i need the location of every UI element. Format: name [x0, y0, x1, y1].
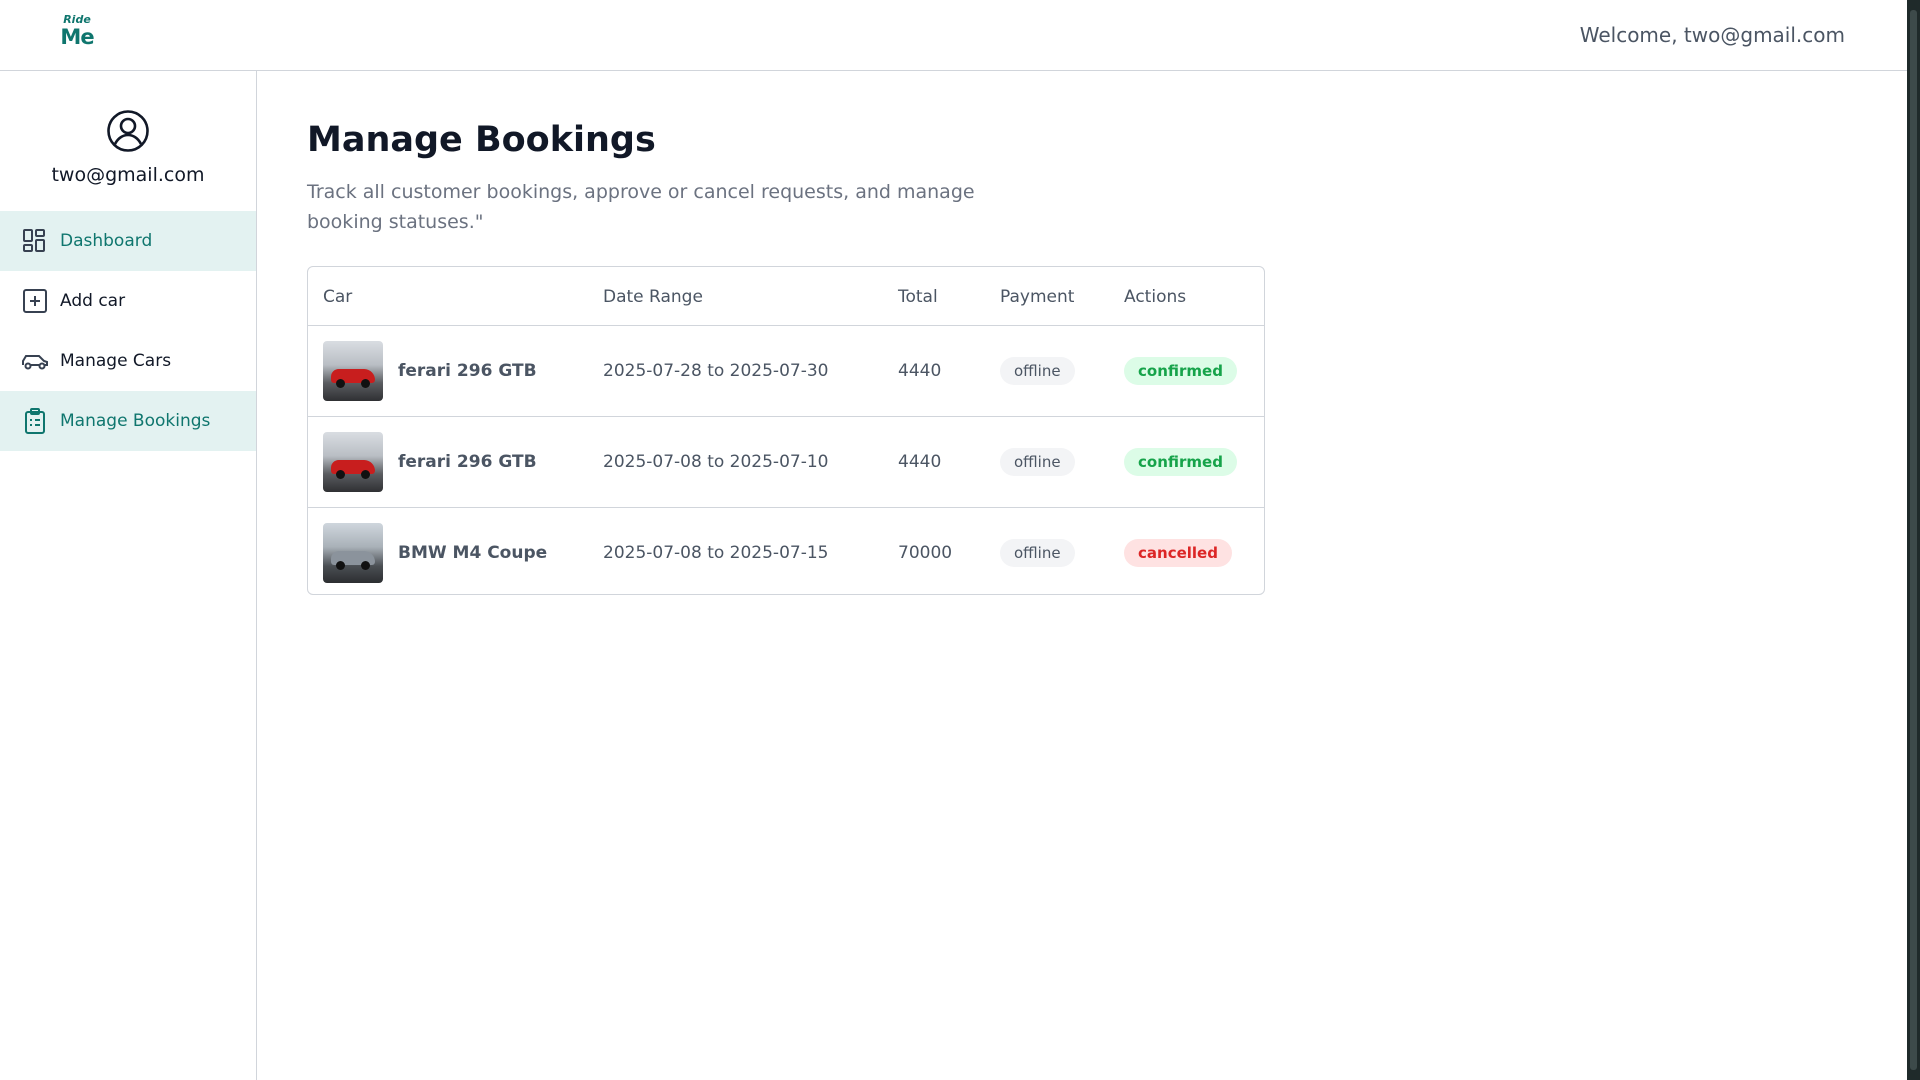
column-header-total: Total [898, 267, 1000, 326]
scrollbar-thumb[interactable] [1910, 10, 1917, 1070]
app-logo[interactable]: Ride Me [60, 14, 94, 54]
status-badge[interactable]: confirmed [1124, 357, 1237, 385]
car-thumbnail [323, 432, 383, 492]
payment-badge: offline [1000, 539, 1075, 567]
user-avatar-icon [107, 110, 149, 152]
page-subtitle: Track all customer bookings, approve or … [307, 181, 975, 233]
sidebar-item-label: Add car [60, 291, 126, 311]
sidebar-item-add-car[interactable]: Add car [0, 271, 256, 331]
sidebar: two@gmail.com Dashboard Add car Manage C… [0, 71, 257, 1080]
sidebar-item-manage-cars[interactable]: Manage Cars [0, 331, 256, 391]
page-title: Manage Bookings [307, 120, 656, 160]
welcome-text: Welcome, two@gmail.com [1579, 23, 1845, 47]
column-header-car: Car [308, 267, 603, 326]
status-badge[interactable]: cancelled [1124, 539, 1232, 567]
plus-square-icon [21, 287, 49, 315]
car-name: ferari 296 GTB [398, 452, 537, 472]
total-cell: 4440 [898, 416, 1000, 508]
table-row: ferari 296 GTB 2025-07-08 to 2025-07-10 … [308, 416, 1264, 508]
date-range-cell: 2025-07-08 to 2025-07-10 [603, 416, 898, 508]
car-thumbnail [323, 523, 383, 583]
car-icon [21, 347, 49, 375]
payment-badge: offline [1000, 357, 1075, 385]
table-row: BMW M4 Coupe 2025-07-08 to 2025-07-15 70… [308, 508, 1264, 595]
total-cell: 4440 [898, 325, 1000, 417]
sidebar-nav: Dashboard Add car Manage Cars Manage Boo… [0, 211, 256, 451]
column-header-actions: Actions [1124, 267, 1264, 326]
table-header-row: Car Date Range Total Payment Actions [308, 267, 1264, 326]
sidebar-item-label: Dashboard [60, 231, 153, 251]
sidebar-item-manage-bookings[interactable]: Manage Bookings [0, 391, 256, 451]
sidebar-item-label: Manage Cars [60, 351, 172, 371]
dashboard-icon [21, 227, 49, 255]
clipboard-list-icon [21, 407, 49, 435]
car-thumbnail [323, 341, 383, 401]
window-scrollbar[interactable] [1907, 0, 1920, 1080]
sidebar-item-label: Manage Bookings [60, 411, 211, 431]
date-range-cell: 2025-07-08 to 2025-07-15 [603, 543, 829, 563]
top-bar: Ride Me Welcome, two@gmail.com [0, 0, 1907, 71]
car-name: ferari 296 GTB [398, 361, 537, 381]
date-range-cell: 2025-07-28 to 2025-07-30 [603, 325, 898, 417]
sidebar-user-email: two@gmail.com [51, 164, 205, 186]
total-cell: 70000 [898, 543, 953, 563]
logo-text-bottom: Me [60, 25, 94, 49]
sidebar-item-dashboard[interactable]: Dashboard [0, 211, 256, 271]
column-header-date-range: Date Range [603, 267, 898, 326]
status-badge[interactable]: confirmed [1124, 448, 1237, 476]
payment-badge: offline [1000, 448, 1075, 476]
column-header-payment: Payment [1000, 267, 1124, 326]
table-row: ferari 296 GTB 2025-07-28 to 2025-07-30 … [308, 325, 1264, 417]
bookings-table: Car Date Range Total Payment Actions fer… [307, 266, 1265, 595]
car-name: BMW M4 Coupe [398, 543, 548, 563]
